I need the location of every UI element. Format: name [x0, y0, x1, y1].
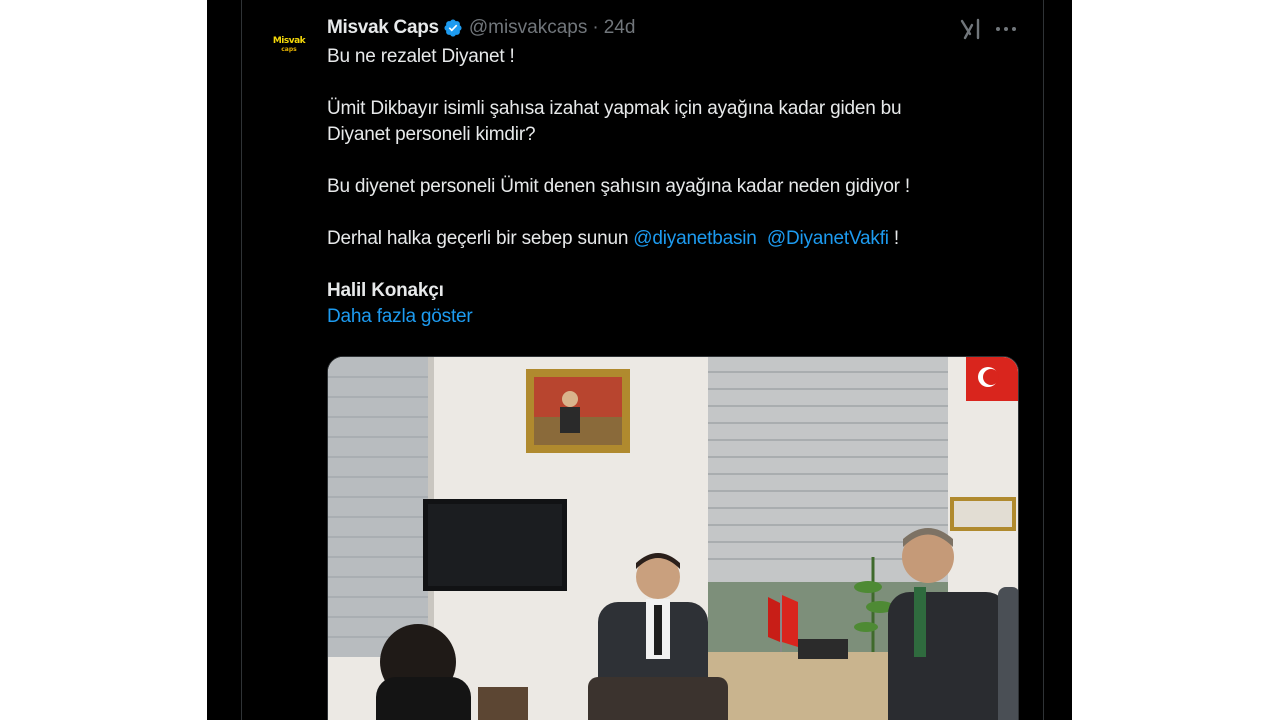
separator-dot: · [592, 17, 599, 38]
tweet-text: Bu ne rezalet Diyanet ! Ümit Dikbayır is… [327, 44, 1017, 330]
tweet-line-mentions: Derhal halka geçerli bir sebep sunun @di… [327, 226, 1017, 252]
tweet-line: Diyanet personeli kimdir? [327, 124, 536, 145]
grok-icon[interactable] [957, 16, 983, 42]
mentions-suffix: ! [888, 228, 899, 249]
mentions-prefix: Derhal halka geçerli bir sebep sunun [327, 228, 634, 249]
office-photo-illustration [328, 357, 1018, 720]
screenshot-frame: Misvak caps Misvak Caps @misvakcaps · 24… [207, 0, 1072, 720]
mention-diyanetvakfi[interactable]: @DiyanetVakfi [767, 228, 889, 249]
tweet-line: Ümit Dikbayır isimli şahısa izahat yapma… [327, 98, 902, 119]
tweet-header: Misvak Caps @misvakcaps · 24d [327, 16, 635, 40]
handle[interactable]: @misvakcaps [469, 17, 588, 39]
show-more-link[interactable]: Daha fazla göster [327, 304, 1017, 330]
verified-badge-icon [443, 18, 463, 38]
timestamp[interactable]: 24d [604, 17, 636, 39]
tweet-line: Bu ne rezalet Diyanet ! [327, 46, 515, 67]
more-options-icon[interactable] [993, 16, 1019, 42]
display-name[interactable]: Misvak Caps [327, 17, 439, 39]
tweet-photo[interactable] [327, 356, 1019, 720]
avatar[interactable]: Misvak caps [268, 29, 310, 59]
avatar-text-top: Misvak [272, 35, 306, 46]
mention-diyanetbasin[interactable]: @diyanetbasin [633, 228, 757, 249]
tweet-line: Bu diyenet personeli Ümit denen şahısın … [327, 176, 910, 197]
avatar-text-bottom: caps [281, 45, 297, 53]
signature: Halil Konakçı [327, 280, 444, 301]
